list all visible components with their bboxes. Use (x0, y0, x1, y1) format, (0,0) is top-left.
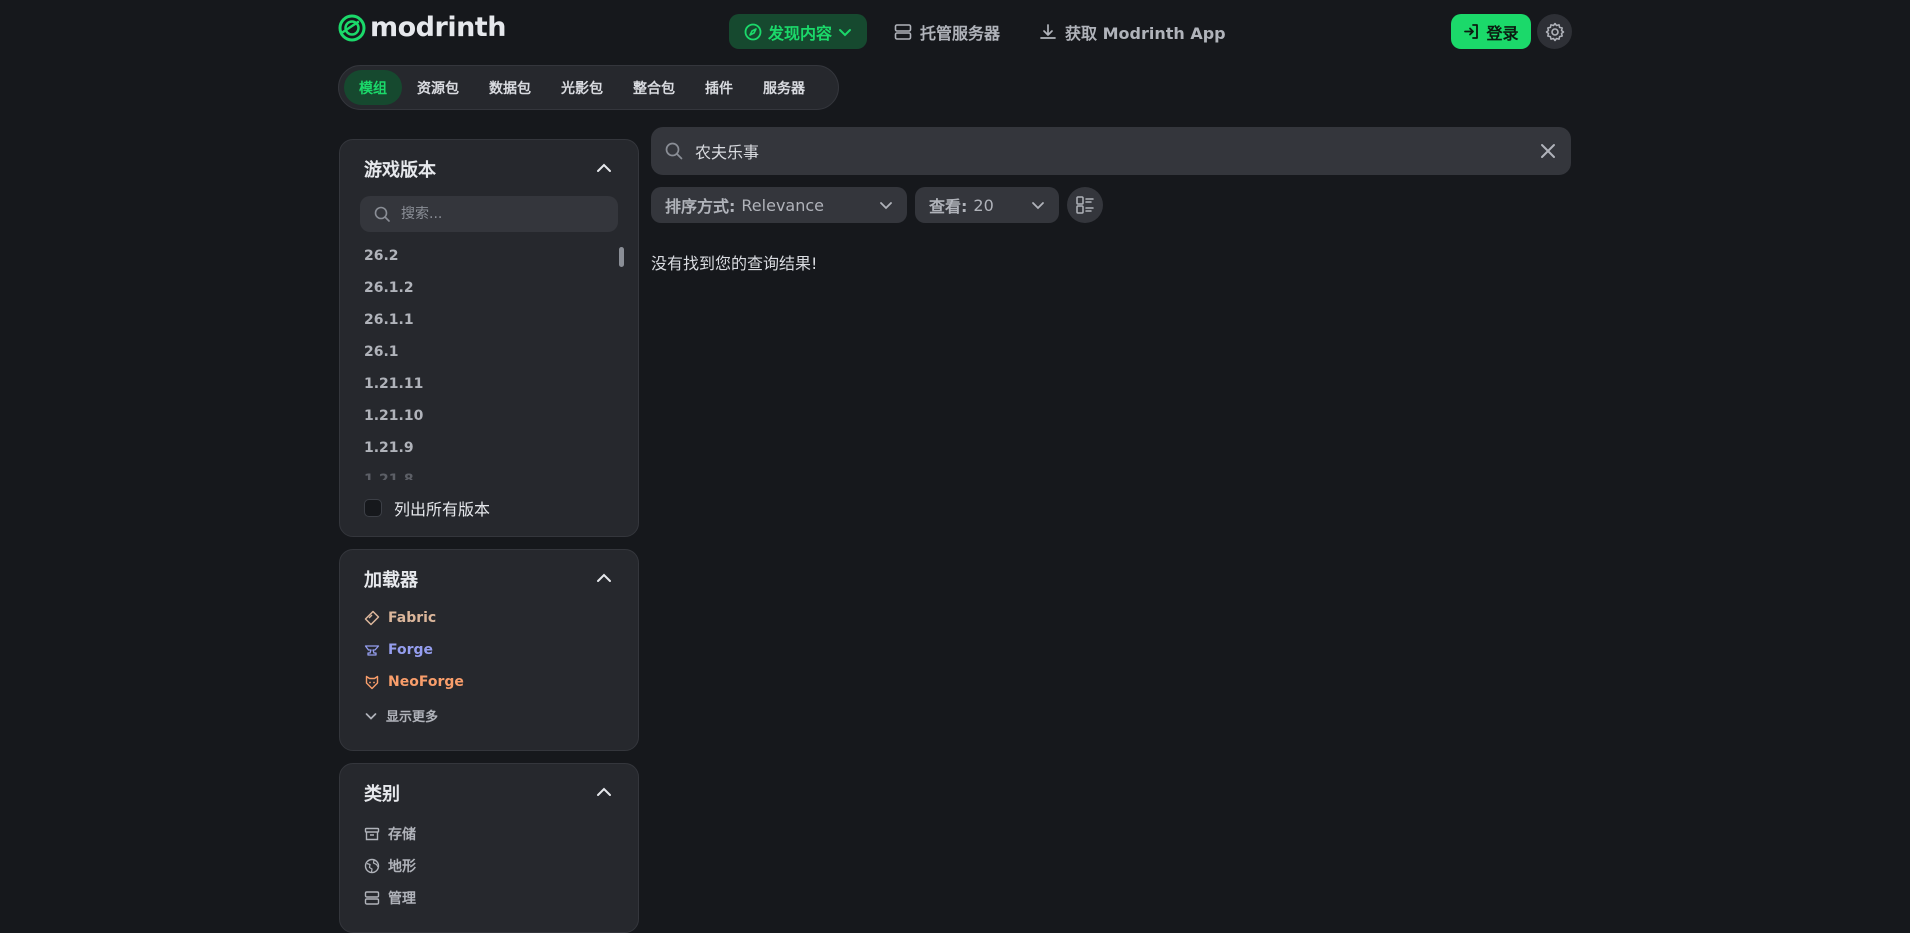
category-item-management[interactable]: 管理 (364, 888, 416, 908)
version-scrollbar-track[interactable] (619, 240, 624, 480)
version-item[interactable]: 1.21.8 (364, 464, 604, 480)
version-item[interactable]: 26.1.1 (364, 304, 604, 336)
sort-value: Relevance (741, 195, 824, 215)
loader-title: 加载器 (364, 570, 418, 591)
forge-icon (364, 645, 380, 656)
page-size-label: 查看: (929, 197, 968, 216)
loader-label: Fabric (388, 610, 437, 626)
chevron-down-icon (1032, 202, 1044, 210)
worldgen-icon (364, 858, 380, 874)
tab-plugins[interactable]: 插件 (690, 70, 748, 105)
list-view-icon (1076, 196, 1094, 214)
sort-label: 排序方式: (665, 197, 736, 216)
project-type-tabs: 模组 资源包 数据包 光影包 整合包 插件 服务器 (338, 65, 839, 110)
view-mode-button[interactable] (1067, 187, 1103, 223)
discover-label: 发现内容 (767, 23, 832, 43)
version-list: 26.2 26.1.2 26.1.1 26.1 1.21.11 1.21.10 … (364, 240, 604, 480)
category-item-worldgen[interactable]: 地形 (364, 856, 416, 876)
get-app-link[interactable]: 获取 Modrinth App (1039, 14, 1226, 49)
chevron-down-icon (365, 712, 377, 720)
chevron-up-icon[interactable] (596, 160, 612, 176)
chevron-down-icon (880, 202, 892, 210)
tab-servers[interactable]: 服务器 (748, 70, 820, 105)
fabric-icon (364, 610, 380, 626)
gear-icon (1545, 22, 1564, 41)
chevron-down-icon (839, 28, 851, 36)
tab-datapacks[interactable]: 数据包 (474, 70, 546, 105)
project-search[interactable] (651, 127, 1571, 175)
loader-filter: 加载器 Fabric Forge NeoForge 显示更多 (339, 549, 639, 751)
category-title: 类别 (364, 784, 400, 805)
hosting-label: 托管服务器 (920, 23, 1001, 43)
login-button[interactable]: 登录 (1451, 14, 1531, 49)
tab-mods[interactable]: 模组 (344, 70, 402, 105)
compass-icon (744, 23, 762, 40)
version-item[interactable]: 1.21.10 (364, 400, 604, 432)
game-version-filter: 游戏版本 26.2 26.1.2 26.1.1 26.1 1.21.11 1.2… (339, 139, 639, 537)
page-size-value: 20 (973, 195, 994, 215)
loader-item-fabric[interactable]: Fabric (364, 610, 436, 626)
discover-content-button[interactable]: 发现内容 (729, 14, 867, 49)
loader-item-forge[interactable]: Forge (364, 642, 433, 658)
empty-results-message: 没有找到您的查询结果! (651, 254, 818, 273)
tab-resourcepacks[interactable]: 资源包 (402, 70, 474, 105)
page-size-select[interactable]: 查看: 20 (915, 187, 1059, 223)
download-icon (1040, 23, 1056, 39)
get-app-label: 获取 Modrinth App (1065, 23, 1226, 43)
version-item[interactable]: 26.1.2 (364, 272, 604, 304)
category-label: 存储 (388, 827, 416, 843)
category-label: 管理 (388, 891, 416, 907)
show-more-label: 显示更多 (386, 710, 439, 725)
show-all-versions-label: 列出所有版本 (394, 500, 491, 519)
chevron-up-icon[interactable] (596, 570, 612, 586)
management-icon (364, 891, 380, 905)
show-more-loaders-button[interactable]: 显示更多 (364, 706, 438, 725)
game-version-title: 游戏版本 (364, 160, 436, 181)
version-item[interactable]: 26.2 (364, 240, 604, 272)
storage-icon (364, 827, 380, 841)
sort-select[interactable]: 排序方式: Relevance (651, 187, 907, 223)
category-filter: 类别 存储 地形 管理 (339, 763, 639, 933)
project-search-input[interactable] (693, 140, 1497, 162)
show-all-versions-checkbox[interactable] (364, 499, 382, 517)
category-label: 地形 (388, 859, 416, 875)
version-item[interactable]: 1.21.11 (364, 368, 604, 400)
loader-label: Forge (388, 642, 434, 658)
neoforge-icon (365, 675, 379, 690)
version-item[interactable]: 26.1 (364, 336, 604, 368)
version-search[interactable] (360, 196, 618, 232)
hosting-link[interactable]: 托管服务器 (894, 14, 1000, 49)
settings-button[interactable] (1537, 14, 1572, 49)
chevron-up-icon[interactable] (596, 784, 612, 800)
login-label: 登录 (1486, 23, 1519, 43)
version-search-input[interactable] (399, 205, 583, 223)
version-item[interactable]: 1.21.9 (364, 432, 604, 464)
modrinth-logo[interactable]: modrinth (338, 12, 506, 43)
show-all-versions-toggle[interactable]: 列出所有版本 (364, 496, 490, 520)
logo-text: modrinth (370, 12, 506, 43)
version-scrollbar-thumb[interactable] (619, 247, 624, 267)
search-icon (374, 206, 390, 222)
tab-shaders[interactable]: 光影包 (546, 70, 618, 105)
loader-item-neoforge[interactable]: NeoForge (364, 674, 464, 690)
search-icon (665, 142, 683, 160)
tab-modpacks[interactable]: 整合包 (618, 70, 690, 105)
close-icon[interactable] (1537, 140, 1559, 162)
server-icon (894, 23, 912, 40)
category-item-storage[interactable]: 存储 (364, 824, 416, 844)
sign-in-icon (1464, 24, 1479, 39)
loader-label: NeoForge (388, 674, 464, 690)
modrinth-logo-icon (338, 14, 366, 41)
